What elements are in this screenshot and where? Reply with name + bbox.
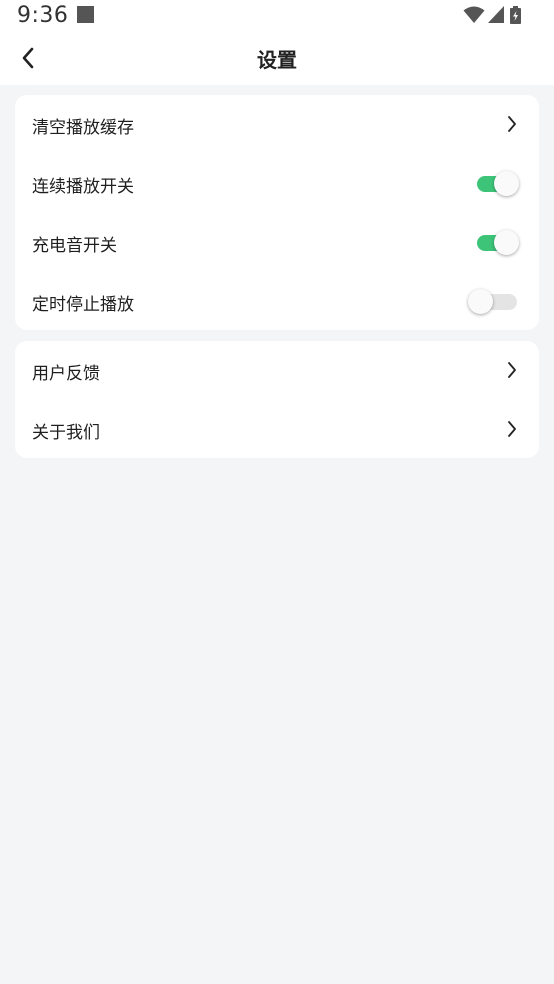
page-title: 设置 [257,48,297,72]
setting-label: 清空播放缓存 [32,118,134,138]
setting-label: 关于我们 [32,423,100,443]
setting-row-continuous-play: 连续播放开关 [15,154,539,213]
wifi-icon [463,6,485,23]
setting-row-feedback[interactable]: 用户反馈 [15,341,539,400]
setting-label: 连续播放开关 [32,177,134,197]
status-bar: 9:36 [0,0,554,32]
chevron-right-icon [508,116,516,132]
notification-square-icon [77,6,94,23]
setting-row-charging-sound: 充电音开关 [15,213,539,272]
setting-label: 充电音开关 [32,236,117,256]
sleep-timer-toggle[interactable] [468,289,518,315]
setting-row-sleep-timer: 定时停止播放 [15,272,539,331]
settings-card-playback: 清空播放缓存 连续播放开关 充电音开关 定时停止播放 [15,95,539,330]
chevron-right-icon [508,421,516,437]
toggle-knob [494,171,519,196]
status-time: 9:36 [17,3,69,28]
toggle-knob [494,230,519,255]
chevron-right-icon [508,362,516,378]
charging-sound-toggle[interactable] [477,230,519,256]
toggle-knob [468,289,493,314]
settings-card-about: 用户反馈 关于我们 [15,341,539,458]
setting-label: 定时停止播放 [32,295,134,315]
setting-row-clear-cache[interactable]: 清空播放缓存 [15,95,539,154]
setting-row-about-us[interactable]: 关于我们 [15,400,539,459]
battery-icon [510,6,521,24]
app-bar: 设置 [0,32,554,85]
cell-signal-icon [488,6,504,23]
continuous-play-toggle[interactable] [477,171,519,197]
setting-label: 用户反馈 [32,364,100,384]
